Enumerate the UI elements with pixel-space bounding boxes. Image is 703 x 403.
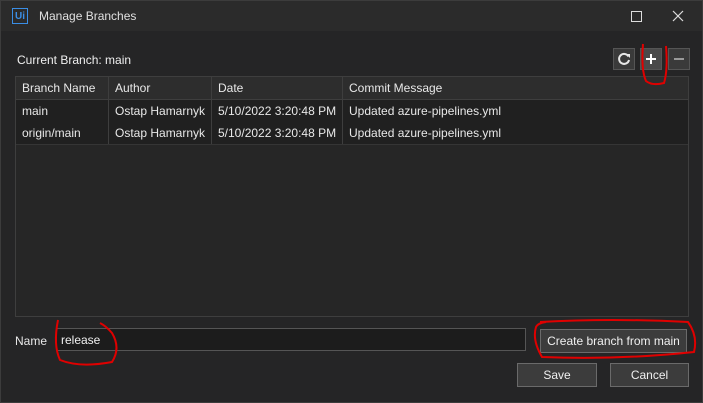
table-row[interactable]: main Ostap Hamarnyk 5/10/2022 3:20:48 PM… (16, 100, 688, 123)
maximize-button[interactable] (627, 7, 645, 25)
refresh-icon (618, 52, 630, 65)
commit-message-cell: Updated azure-pipelines.yml (349, 104, 502, 118)
uipath-app-icon: Ui (12, 8, 28, 24)
column-header-author[interactable]: Author (109, 77, 212, 99)
name-label: Name (15, 334, 48, 348)
table-header: Branch Name Author Date Commit Message (16, 77, 688, 100)
title-bar: Ui Manage Branches (1, 1, 702, 31)
save-button[interactable]: Save (517, 363, 597, 387)
close-button[interactable] (669, 7, 687, 25)
column-header-branch-name[interactable]: Branch Name (16, 77, 109, 99)
maximize-icon (631, 11, 642, 22)
create-branch-button[interactable]: Create branch from main (540, 329, 687, 353)
author-cell: Ostap Hamarnyk (109, 122, 212, 144)
current-branch-label: Current Branch: main (17, 53, 132, 67)
branches-table: Branch Name Author Date Commit Message m… (15, 76, 689, 317)
cancel-button[interactable]: Cancel (610, 363, 689, 387)
table-row[interactable]: origin/main Ostap Hamarnyk 5/10/2022 3:2… (16, 122, 688, 145)
branch-name-cell: main (16, 100, 109, 122)
refresh-button[interactable] (613, 48, 635, 70)
plus-icon (646, 54, 656, 64)
manage-branches-dialog: Ui Manage Branches Current Branch: main … (0, 0, 703, 403)
branch-name-input[interactable] (56, 328, 526, 351)
add-branch-button[interactable] (640, 48, 662, 70)
close-icon (672, 10, 684, 22)
date-cell: 5/10/2022 3:20:48 PM (212, 122, 343, 144)
window-title: Manage Branches (39, 9, 137, 23)
branch-name-cell: origin/main (16, 122, 109, 144)
date-cell: 5/10/2022 3:20:48 PM (212, 100, 343, 122)
column-header-commit-message[interactable]: Commit Message (343, 77, 688, 99)
column-header-date[interactable]: Date (212, 77, 343, 99)
commit-message-cell: Updated azure-pipelines.yml (349, 126, 502, 140)
minus-icon (674, 58, 684, 60)
author-cell: Ostap Hamarnyk (109, 100, 212, 122)
remove-branch-button[interactable] (668, 48, 690, 70)
